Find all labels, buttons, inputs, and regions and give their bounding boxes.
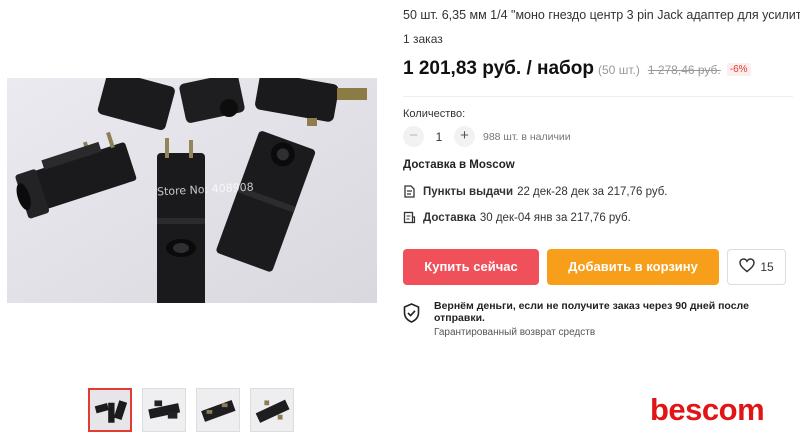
delivery-box-icon [403,211,416,224]
shipping-delivery-row[interactable]: Доставка 30 дек-04 янв за 217,76 руб. [403,211,631,224]
guarantee-subtitle: Гарантированный возврат средств [434,327,596,338]
wishlist-count: 15 [760,260,774,274]
heart-icon [739,258,760,276]
shipping-pickup-row[interactable]: Пункты выдачи 22 дек-28 дек за 217,76 ру… [403,185,668,198]
quantity-value[interactable]: 1 [424,130,454,144]
price-unit: (50 шт.) [598,63,640,77]
divider [403,96,793,97]
thumbnail-2[interactable] [142,388,186,432]
thumbnail-strip [88,388,294,432]
shield-check-icon [403,300,434,328]
delivery-label: Доставка [423,211,476,224]
current-price: 1 201,83 руб. / набор [403,58,595,79]
thumbnail-3[interactable] [196,388,240,432]
stock-count: 988 шт. в наличии [483,130,571,143]
buyer-protection: Вернём деньги, если не получите заказ че… [403,300,800,338]
add-to-cart-button[interactable]: Добавить в корзину [547,249,719,285]
quantity-increase-button[interactable]: + [454,126,475,147]
delivery-detail: 30 дек-04 янв за 217,76 руб. [479,211,631,224]
pickup-label: Пункты выдачи [423,185,514,198]
pickup-point-icon [403,185,416,198]
thumbnail-4[interactable] [250,388,294,432]
thumbnail-1[interactable] [88,388,132,432]
shipping-heading: Доставка в Moscow [403,159,515,171]
main-product-image[interactable]: Store No: 408908 [7,78,377,303]
brand-logo: bescom [650,392,765,427]
order-count: 1 заказ [403,32,443,46]
quantity-label: Количество: [403,108,466,120]
wishlist-button[interactable]: 15 [727,249,786,285]
pickup-detail: 22 дек-28 дек за 217,76 руб. [517,185,668,198]
product-title: 50 шт. 6,35 мм 1/4 "моно гнездо центр 3 … [403,8,800,22]
discount-badge: -6% [726,63,751,76]
guarantee-title: Вернём деньги, если не получите заказ че… [434,300,749,324]
old-price: 1 278,46 руб. [647,63,721,77]
quantity-stepper: − 1 + 988 шт. в наличии [403,126,571,147]
price-row: 1 201,83 руб. / набор (50 шт.) 1 278,46 … [403,58,751,80]
buy-now-button[interactable]: Купить сейчас [403,249,539,285]
quantity-decrease-button[interactable]: − [403,126,424,147]
